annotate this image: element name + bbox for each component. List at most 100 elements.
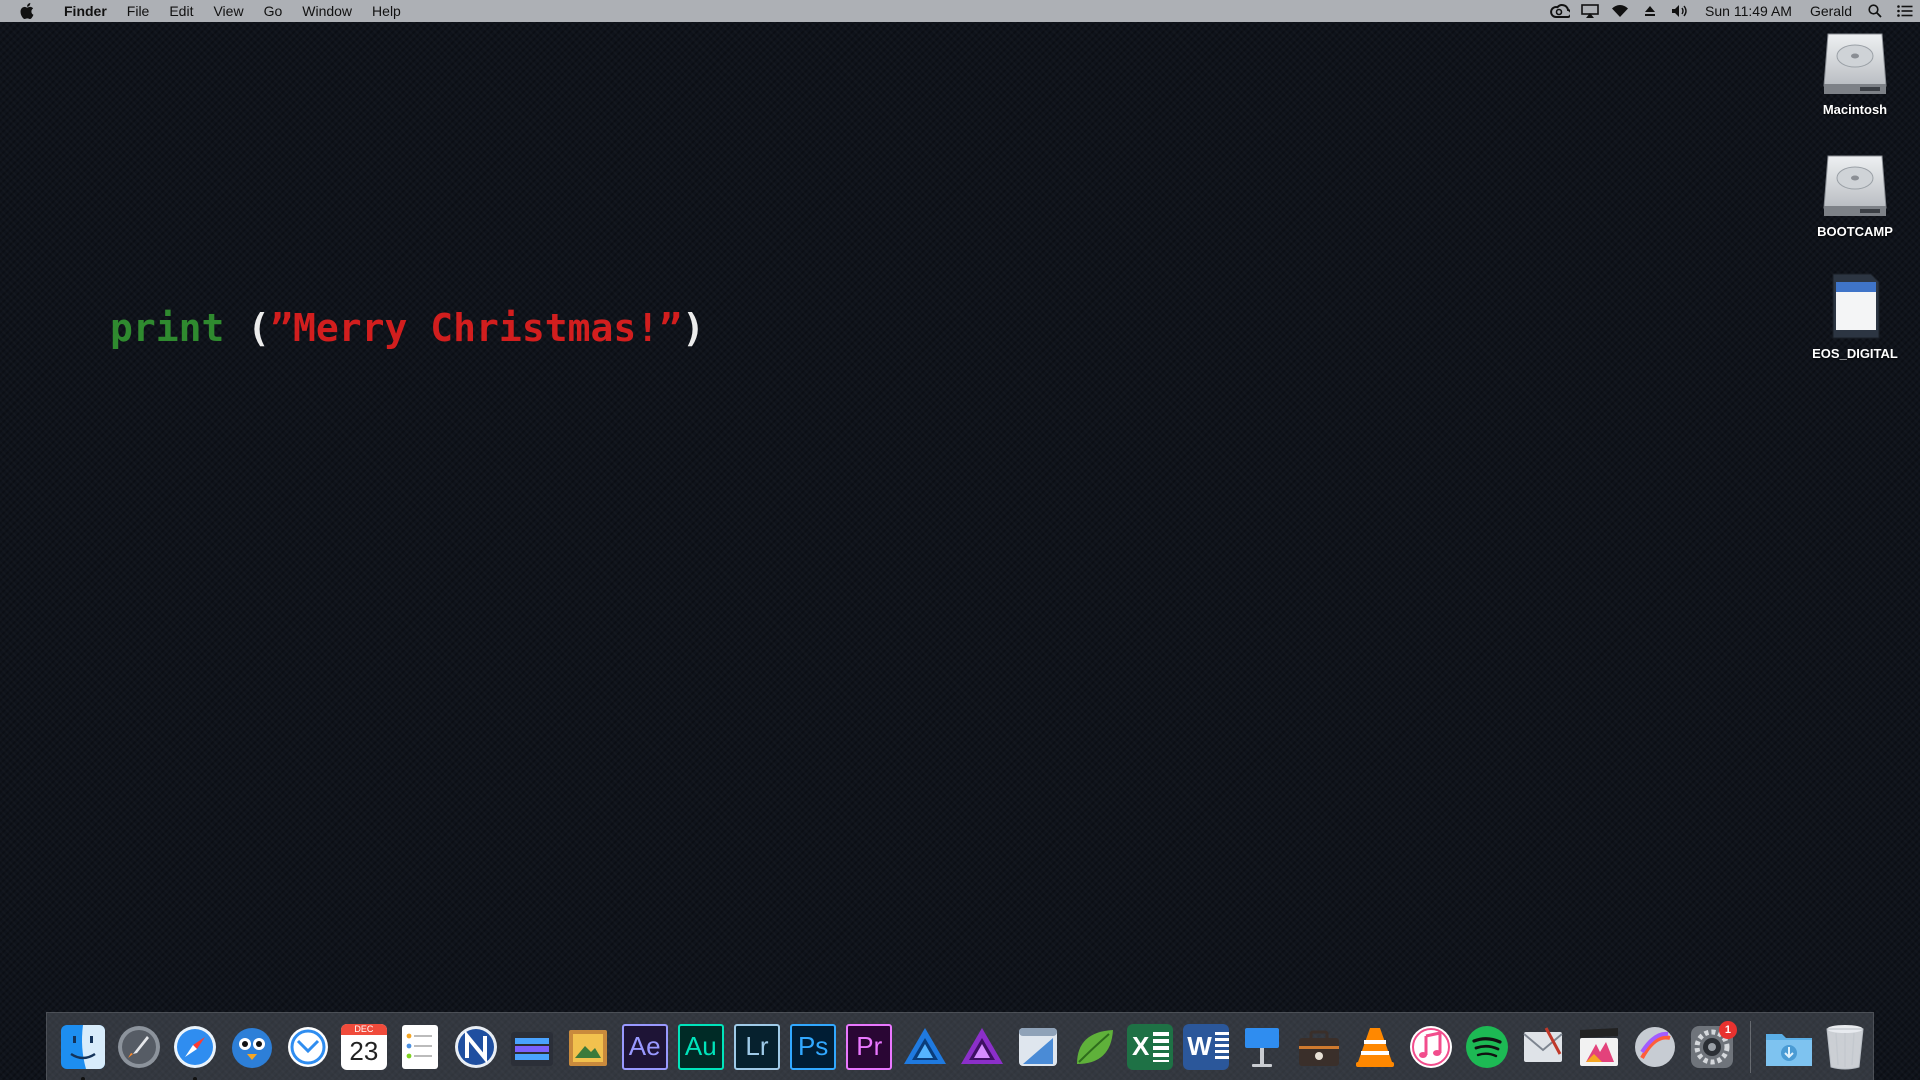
sketch-icon (1018, 1027, 1057, 1066)
dock-nova[interactable] (451, 1021, 502, 1073)
safari-icon (174, 1025, 217, 1068)
menu-bar: Finder File Edit View Go Window Help Sun… (0, 0, 1920, 22)
premiere-icon: Pr (846, 1023, 893, 1070)
preview-icon (569, 1029, 608, 1066)
leaf-icon (1076, 1029, 1113, 1064)
desktop-icon-macintosh[interactable]: Macintosh (1800, 28, 1910, 150)
notification-badge: 1 (1718, 1020, 1737, 1039)
hard-drive-icon (1823, 155, 1887, 216)
word-letter: W (1187, 1031, 1212, 1061)
calendar-icon: DEC 23 (340, 1023, 387, 1070)
calendar-day: 23 (349, 1035, 379, 1066)
menu-help[interactable]: Help (362, 0, 411, 22)
dock-spotify[interactable] (1462, 1021, 1513, 1073)
menu-view[interactable]: View (203, 0, 253, 22)
dock-calendar[interactable]: DEC 23 (339, 1021, 390, 1073)
dock-tweetbot[interactable] (226, 1021, 277, 1073)
dock-affinity-designer[interactable] (900, 1021, 951, 1073)
dock-keynote[interactable] (1237, 1021, 1288, 1073)
final-cut-icon (1580, 1027, 1619, 1066)
hard-drive-icon (1823, 33, 1887, 94)
screenflow-icon (511, 1031, 554, 1066)
menu-left: Finder File Edit View Go Window Help (0, 0, 411, 22)
dock-photoshop[interactable]: Ps (788, 1021, 839, 1073)
spotify-icon (1465, 1025, 1508, 1068)
dock-leaf[interactable] (1069, 1021, 1120, 1073)
dock-finder[interactable] (58, 1021, 109, 1080)
dock-affinity-photo[interactable] (956, 1021, 1007, 1073)
reminders-icon (402, 1024, 439, 1069)
dock-separator (1749, 1020, 1751, 1073)
word-lines (1214, 1031, 1229, 1062)
running-indicator (81, 1076, 86, 1080)
affinity-photo-icon (960, 1027, 1003, 1064)
dock: DEC 23 Ae Au Lr Ps Pr X W 1 (46, 1012, 1874, 1080)
excel-letter: X (1132, 1031, 1150, 1061)
dock-safari[interactable] (170, 1021, 221, 1080)
trash-icon (1826, 1024, 1864, 1069)
dock-system-preferences[interactable]: 1 (1686, 1020, 1737, 1073)
desktop-icon-label: Macintosh (1822, 102, 1888, 117)
menu-edit[interactable]: Edit (159, 0, 203, 22)
desktop-icon-label: BOOTCAMP (1817, 224, 1893, 239)
code-keyword: print (110, 306, 225, 350)
photoshop-icon: Ps (790, 1023, 837, 1070)
dock-mail[interactable] (282, 1021, 333, 1073)
eject-icon[interactable] (1635, 0, 1665, 22)
dock-excel[interactable]: X (1125, 1021, 1176, 1073)
desktop-icon-bootcamp[interactable]: BOOTCAMP (1800, 150, 1910, 272)
apple-menu-icon[interactable] (0, 3, 54, 19)
volume-icon[interactable] (1665, 0, 1695, 22)
menu-file[interactable]: File (117, 0, 160, 22)
dock-coda[interactable] (1012, 1021, 1063, 1073)
nova-icon (455, 1025, 498, 1068)
desktop-icons: Macintosh BOOTCAMP EOS_DIGITAL (1800, 28, 1910, 394)
creative-cloud-icon[interactable] (1545, 0, 1575, 22)
menu-window[interactable]: Window (292, 0, 362, 22)
desktop-code-text: print (”Merry Christmas!”) (110, 306, 705, 350)
menu-go[interactable]: Go (254, 0, 293, 22)
dock-itunes[interactable] (1406, 1021, 1457, 1073)
menu-clock[interactable]: Sun 11:49 AM (1695, 3, 1802, 19)
menu-user[interactable]: Gerald (1802, 3, 1860, 19)
word-icon: W (1183, 1023, 1230, 1070)
spotlight-icon[interactable] (1860, 0, 1890, 22)
desktop-icon-label: EOS_DIGITAL (1812, 346, 1898, 361)
dock-airmail[interactable] (1518, 1021, 1569, 1073)
dock-reminders[interactable] (395, 1021, 446, 1073)
excel-grid (1153, 1031, 1170, 1062)
dock-downloads[interactable] (1763, 1021, 1814, 1073)
itunes-icon (1409, 1025, 1452, 1068)
vlc-icon (1355, 1027, 1394, 1067)
tweetbot-icon (231, 1027, 272, 1068)
dock-word[interactable]: W (1181, 1021, 1232, 1073)
lightroom-icon: Lr (733, 1023, 780, 1070)
menu-right: Sun 11:49 AM Gerald (1545, 0, 1920, 22)
dock-audition[interactable]: Au (676, 1021, 727, 1073)
downloads-folder-icon (1765, 1033, 1812, 1066)
calendar-month: DEC (340, 1023, 387, 1035)
code-open-paren: ( (224, 306, 271, 350)
keynote-icon (1245, 1027, 1280, 1067)
dock-after-effects[interactable]: Ae (619, 1021, 670, 1073)
preview-mail-icon (1523, 1026, 1563, 1062)
sd-card-icon (1832, 273, 1880, 339)
dock-lightroom[interactable]: Lr (732, 1021, 783, 1073)
excel-icon: X (1127, 1023, 1174, 1070)
dock-launchpad[interactable] (114, 1021, 165, 1073)
toolbox-icon (1298, 1030, 1339, 1066)
dock-final-cut[interactable] (1574, 1021, 1625, 1073)
dock-trash[interactable] (1820, 1021, 1871, 1073)
dock-vlc[interactable] (1349, 1021, 1400, 1073)
menu-app-finder[interactable]: Finder (54, 0, 117, 22)
dock-motion[interactable] (1630, 1021, 1681, 1073)
dock-premiere[interactable]: Pr (844, 1021, 895, 1073)
wifi-icon[interactable] (1605, 0, 1635, 22)
desktop-icon-eos-digital[interactable]: EOS_DIGITAL (1800, 272, 1910, 394)
dock-preview[interactable] (563, 1021, 614, 1073)
notification-center-icon[interactable] (1890, 0, 1920, 22)
dock-screenflow[interactable] (507, 1021, 558, 1073)
dock-toolbox[interactable] (1293, 1021, 1344, 1073)
code-close-paren: ) (681, 306, 705, 350)
airplay-icon[interactable] (1575, 0, 1605, 22)
